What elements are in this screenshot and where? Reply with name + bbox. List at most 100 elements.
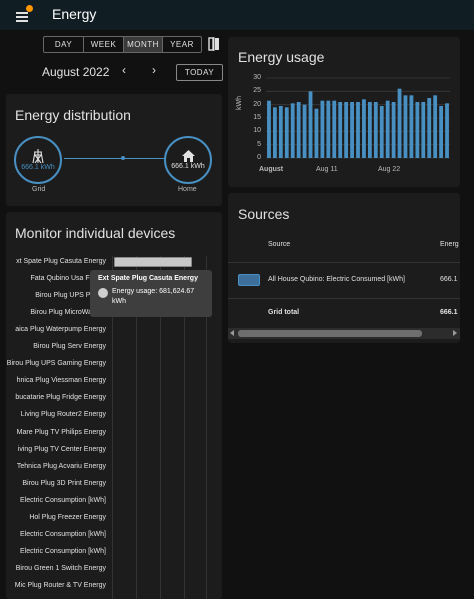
usage-bar[interactable]	[445, 103, 449, 158]
period-year-button[interactable]: YEAR	[163, 37, 201, 52]
device-label: Tehnica Plug Acvariu Energy	[16, 462, 106, 470]
device-label: Birou Plug Serv Energy	[33, 343, 106, 351]
device-label: xt Spate Plug Casuta Energy	[16, 258, 106, 265]
compare-icon[interactable]	[208, 37, 220, 51]
x-tick-label: August	[259, 166, 284, 173]
y-tick-label: 25	[253, 87, 261, 95]
usage-bar[interactable]	[385, 100, 390, 158]
chevron-left-icon[interactable]: ‹	[122, 63, 126, 77]
device-label: hnica Plug Viessman Energy	[16, 377, 106, 385]
usage-bar[interactable]	[409, 95, 414, 158]
sources-card: Sources	[228, 193, 460, 343]
usage-bar[interactable]	[439, 106, 443, 158]
device-label: Birou Plug 3D Print Energy	[22, 479, 106, 487]
usage-bar[interactable]	[290, 103, 295, 158]
usage-bar[interactable]	[356, 102, 360, 158]
device-label: Mare Plug TV Philips Energy	[16, 428, 106, 436]
device-label: Hol Plug Freezer Energy	[29, 513, 106, 521]
x-tick-label: Aug 22	[378, 166, 401, 173]
device-label: bucatarie Plug Fridge Energy	[15, 394, 106, 402]
usage-bar[interactable]	[433, 95, 438, 158]
usage-title: Energy usage	[238, 49, 325, 65]
usage-bar[interactable]	[379, 106, 384, 158]
usage-bar[interactable]	[415, 102, 420, 158]
device-label: Birou Plug UPS Gaming Energy	[6, 360, 106, 368]
hamburger-menu-icon[interactable]	[14, 5, 34, 24]
grid-total-value: 666.1	[440, 309, 458, 316]
period-month-button[interactable]: MONTH	[124, 37, 163, 52]
grid-label: Grid	[32, 186, 46, 193]
usage-bar[interactable]	[338, 102, 343, 158]
usage-bar[interactable]	[267, 100, 271, 158]
usage-bar[interactable]	[391, 102, 396, 158]
usage-bar[interactable]	[421, 102, 426, 158]
y-tick-label: 15	[253, 114, 261, 121]
sources-title: Sources	[238, 206, 290, 222]
energy-column-header: Energ	[440, 241, 459, 248]
usage-bar[interactable]	[427, 98, 432, 158]
y-tick-label: 10	[253, 127, 261, 135]
home-value: 666.1 kWh	[171, 163, 205, 170]
grid-value: 666.1 kWh	[21, 164, 55, 171]
scroll-right-icon[interactable]	[453, 330, 457, 336]
device-label: Electric Consumption [kWh]	[20, 496, 106, 504]
period-day-button[interactable]: DAY	[44, 37, 84, 52]
usage-bar[interactable]	[332, 100, 337, 158]
usage-bar[interactable]	[320, 100, 325, 158]
flow-indicator-dot	[121, 156, 125, 160]
usage-bar[interactable]	[314, 108, 319, 158]
home-label: Home	[178, 186, 197, 193]
period-week-button[interactable]: WEEK	[84, 37, 124, 52]
source-color-swatch	[238, 274, 260, 286]
device-label: Birou Green 1 Switch Energy	[15, 564, 106, 572]
usage-bar[interactable]	[403, 95, 408, 158]
usage-bar-chart[interactable]	[266, 74, 450, 162]
usage-bar[interactable]	[296, 102, 301, 158]
device-label: Electric Consumption [kWh]	[20, 547, 106, 555]
usage-bar[interactable]	[373, 102, 378, 158]
source-name: All House Qubino: Electric Consumed [kWh…	[268, 276, 405, 283]
usage-bar[interactable]	[367, 102, 372, 158]
scrollbar-thumb[interactable]	[238, 330, 422, 337]
usage-bar[interactable]	[284, 107, 289, 158]
usage-bar[interactable]	[362, 99, 366, 158]
tooltip-title: Ext Spate Plug Casuta Energy	[98, 275, 198, 282]
usage-bar[interactable]	[397, 88, 402, 158]
grid-to-home-line	[64, 158, 164, 159]
chevron-right-icon[interactable]: ›	[152, 63, 156, 77]
source-column-header: Source	[268, 241, 291, 248]
tooltip-swatch	[98, 288, 108, 298]
usage-bar[interactable]	[273, 107, 277, 158]
devices-title: Monitor individual devices	[15, 225, 176, 241]
notification-badge	[26, 5, 33, 12]
sources-horizontal-scrollbar[interactable]	[228, 328, 460, 339]
usage-bar[interactable]	[326, 100, 331, 158]
device-bar[interactable]	[114, 257, 192, 267]
usage-y-axis-label: kWh	[236, 96, 243, 110]
table-divider	[228, 298, 460, 299]
device-label: Electric Consumption [kWh]	[20, 530, 106, 538]
usage-bar[interactable]	[302, 104, 307, 158]
usage-y-axis: 0 5 10 15 20 25 30	[228, 74, 261, 162]
device-label: Living Plug Router2 Energy	[20, 411, 106, 419]
grid-node[interactable]: 666.1 kWh	[14, 136, 62, 184]
y-tick-label: 5	[257, 140, 261, 148]
device-tooltip: Ext Spate Plug Casuta Energy Energy usag…	[90, 270, 212, 317]
usage-bar[interactable]	[350, 102, 354, 158]
date-range-label: August 2022	[42, 65, 110, 79]
home-node[interactable]: 666.1 kWh	[164, 136, 212, 184]
scroll-left-icon[interactable]	[230, 330, 234, 336]
period-selector: DAY WEEK MONTH YEAR	[43, 36, 202, 53]
x-tick-label: Aug 11	[316, 166, 338, 173]
grid-total-label: Grid total	[268, 309, 300, 316]
distribution-title: Energy distribution	[15, 107, 131, 123]
tooltip-value: Energy usage: 681,624.67 kWh	[112, 288, 195, 305]
device-label: iving Plug TV Center Energy	[17, 445, 106, 453]
usage-bar[interactable]	[344, 102, 349, 158]
usage-bar[interactable]	[278, 106, 283, 158]
y-tick-label: 20	[253, 100, 261, 108]
today-button[interactable]: TODAY	[176, 64, 223, 81]
y-tick-label: 0	[257, 154, 261, 161]
usage-bar[interactable]	[308, 91, 313, 158]
transmission-tower-icon	[32, 149, 44, 163]
